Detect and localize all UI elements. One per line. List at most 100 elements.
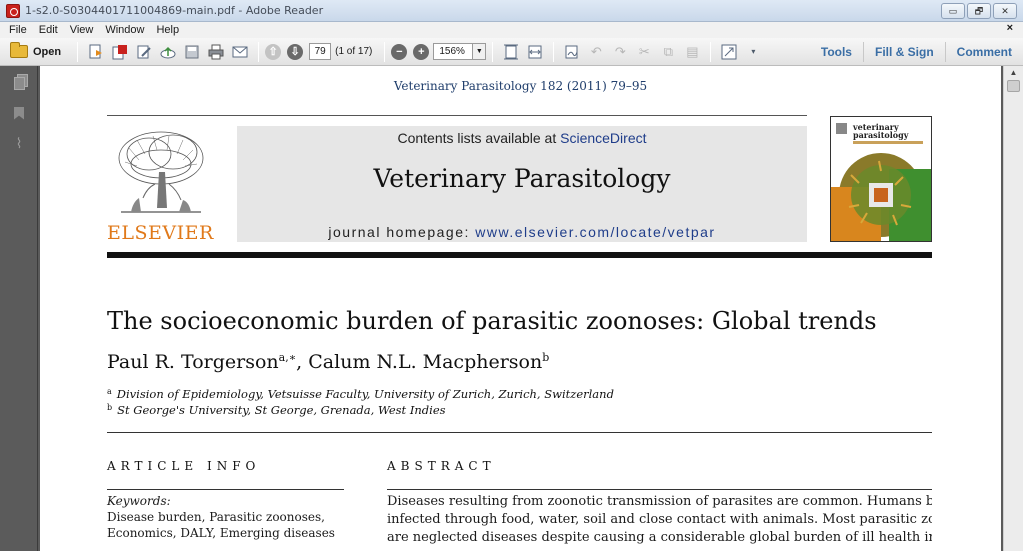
undo-icon[interactable]: ↶ [587, 43, 605, 61]
affiliation-text: Division of Epidemiology, Vetsuisse Facu… [116, 387, 614, 401]
journal-banner: Contents lists available at ScienceDirec… [237, 126, 807, 242]
sciencedirect-link[interactable]: ScienceDirect [560, 130, 646, 146]
edit-icon[interactable] [135, 43, 153, 61]
abstract-line: are neglected diseases despite causing a… [387, 530, 932, 545]
fit-page-icon[interactable] [502, 43, 520, 61]
folder-icon [10, 42, 28, 58]
zoom-out-icon[interactable]: − [391, 43, 408, 60]
page-number-input[interactable]: 79 [309, 43, 332, 60]
scroll-up-arrow-icon[interactable]: ▲ [1004, 66, 1023, 80]
bookmark-icon [14, 106, 24, 120]
close-document-button[interactable]: × [1007, 22, 1013, 34]
affiliation-b: b St George's University, St George, Gren… [107, 403, 446, 417]
toolbar-separator [553, 41, 555, 62]
elsevier-logo: ELSEVIER [107, 128, 215, 244]
tab-tools[interactable]: Tools [810, 42, 863, 62]
zoom-level-field[interactable]: 156% [433, 43, 474, 60]
main-toolbar: Open ⇧ ⇩ 79 (1 of 17) − + 156% ▼ ↶ ↷ ✂ ⧉ [0, 38, 1023, 66]
header-rule [107, 115, 807, 116]
affiliation-a: a Division of Epidemiology, Vetsuisse Fac… [107, 387, 614, 401]
abstract-rule [387, 489, 932, 490]
pages-icon [13, 76, 25, 90]
toolbar-separator [77, 41, 79, 62]
paste-icon[interactable]: ▤ [683, 43, 701, 61]
homepage-url[interactable]: www.elsevier.com/locate/vetpar [475, 224, 715, 240]
navigation-pane: ⌇ [0, 66, 38, 551]
window-title: 1-s2.0-S0304401711004869-main.pdf - Adob… [25, 4, 324, 17]
banner-bottom-rule [107, 252, 932, 258]
open-label: Open [33, 45, 62, 58]
window-title-bar: 1-s2.0-S0304401711004869-main.pdf - Adob… [0, 0, 1023, 22]
menu-file[interactable]: File [9, 24, 27, 36]
menu-edit[interactable]: Edit [39, 24, 58, 36]
toolbar-separator [710, 41, 712, 62]
close-window-button[interactable]: ✕ [993, 3, 1017, 19]
toolbar-separator [384, 41, 386, 62]
journal-homepage: journal homepage: www.elsevier.com/locat… [237, 224, 807, 240]
sign-icon[interactable] [563, 43, 581, 61]
window-controls: ▭ 🗗 ✕ [941, 3, 1017, 19]
fullscreen-icon[interactable] [720, 43, 738, 61]
minimize-button[interactable]: ▭ [941, 3, 965, 19]
abstract-heading: ABSTRACT [387, 459, 496, 473]
contents-line: Contents lists available at ScienceDirec… [237, 130, 807, 146]
affiliation-mark: b [107, 403, 113, 412]
next-page-icon[interactable]: ⇩ [287, 43, 304, 60]
toolbar-separator [492, 41, 494, 62]
author-name: Paul R. Torgerson [107, 351, 279, 373]
journal-reference: Veterinary Parasitology 182 (2011) 79–95 [393, 79, 648, 93]
affiliation-mark: a [107, 387, 112, 396]
tab-fill-sign[interactable]: Fill & Sign [862, 41, 945, 62]
cover-artwork [831, 153, 931, 241]
article-title: The socioeconomic burden of parasitic zo… [107, 307, 877, 335]
author-affiliation-mark[interactable]: a,∗ [279, 351, 297, 364]
save-icon[interactable] [183, 43, 201, 61]
author-separator: , [296, 351, 309, 373]
prev-page-icon[interactable]: ⇧ [265, 43, 282, 60]
menu-view[interactable]: View [70, 24, 94, 36]
menu-window[interactable]: Window [105, 24, 144, 36]
attachments-button[interactable]: ⌇ [0, 128, 38, 158]
more-tools-chevron-icon[interactable]: ▾ [744, 43, 762, 61]
cloud-icon[interactable] [159, 43, 177, 61]
cover-subtitle-bar [853, 141, 923, 144]
abstract-line: Diseases resulting from zoonotic transmi… [387, 494, 932, 509]
article-info-rule [107, 489, 344, 490]
author-affiliation-mark[interactable]: b [542, 351, 549, 364]
print-icon[interactable] [207, 43, 225, 61]
page-thumbnails-button[interactable] [0, 68, 38, 98]
page-count: (1 of 17) [335, 46, 373, 57]
zoom-in-icon[interactable]: + [413, 43, 430, 60]
fit-width-icon[interactable] [526, 43, 544, 61]
vertical-scrollbar[interactable]: ▲ [1003, 66, 1023, 551]
bookmarks-button[interactable] [0, 98, 38, 128]
open-button[interactable]: Open [10, 42, 62, 58]
pdf-page: Veterinary Parasitology 182 (2011) 79–95… [40, 66, 1001, 551]
section-rule [107, 432, 932, 433]
tab-comment[interactable]: Comment [944, 41, 1023, 62]
elsevier-tree-icon [118, 131, 204, 213]
zoom-dropdown-button[interactable]: ▼ [473, 43, 487, 60]
copy-icon[interactable]: ⧉ [659, 43, 677, 61]
pdf-app-icon [6, 3, 20, 18]
abstract-line: infected through food, water, soil and c… [387, 512, 932, 527]
keywords-line: Economics, DALY, Emerging diseases [107, 526, 335, 540]
email-icon[interactable] [231, 43, 249, 61]
create-pdf-icon[interactable] [87, 43, 105, 61]
affiliation-text: St George's University, St George, Grena… [117, 403, 446, 417]
right-panel-tabs: Tools Fill & Sign Comment [810, 38, 1023, 65]
export-icon[interactable] [111, 43, 129, 61]
redo-icon[interactable]: ↷ [611, 43, 629, 61]
article-info-heading: ARTICLE INFO [107, 459, 261, 473]
cut-icon[interactable]: ✂ [635, 43, 653, 61]
scroll-thumb[interactable] [1007, 80, 1020, 92]
toolbar-separator [258, 41, 260, 62]
menu-help[interactable]: Help [156, 24, 179, 36]
author-list: Paul R. Torgersona,∗, Calum N.L. Macpher… [107, 351, 549, 373]
restore-button[interactable]: 🗗 [967, 3, 991, 19]
document-viewport[interactable]: Veterinary Parasitology 182 (2011) 79–95… [38, 66, 1003, 551]
keywords-line: Disease burden, Parasitic zoonoses, [107, 510, 325, 524]
homepage-prefix: journal homepage: [328, 224, 476, 240]
journal-cover-thumbnail: veterinary parasitology [830, 116, 932, 242]
contents-prefix: Contents lists available at [397, 130, 561, 146]
